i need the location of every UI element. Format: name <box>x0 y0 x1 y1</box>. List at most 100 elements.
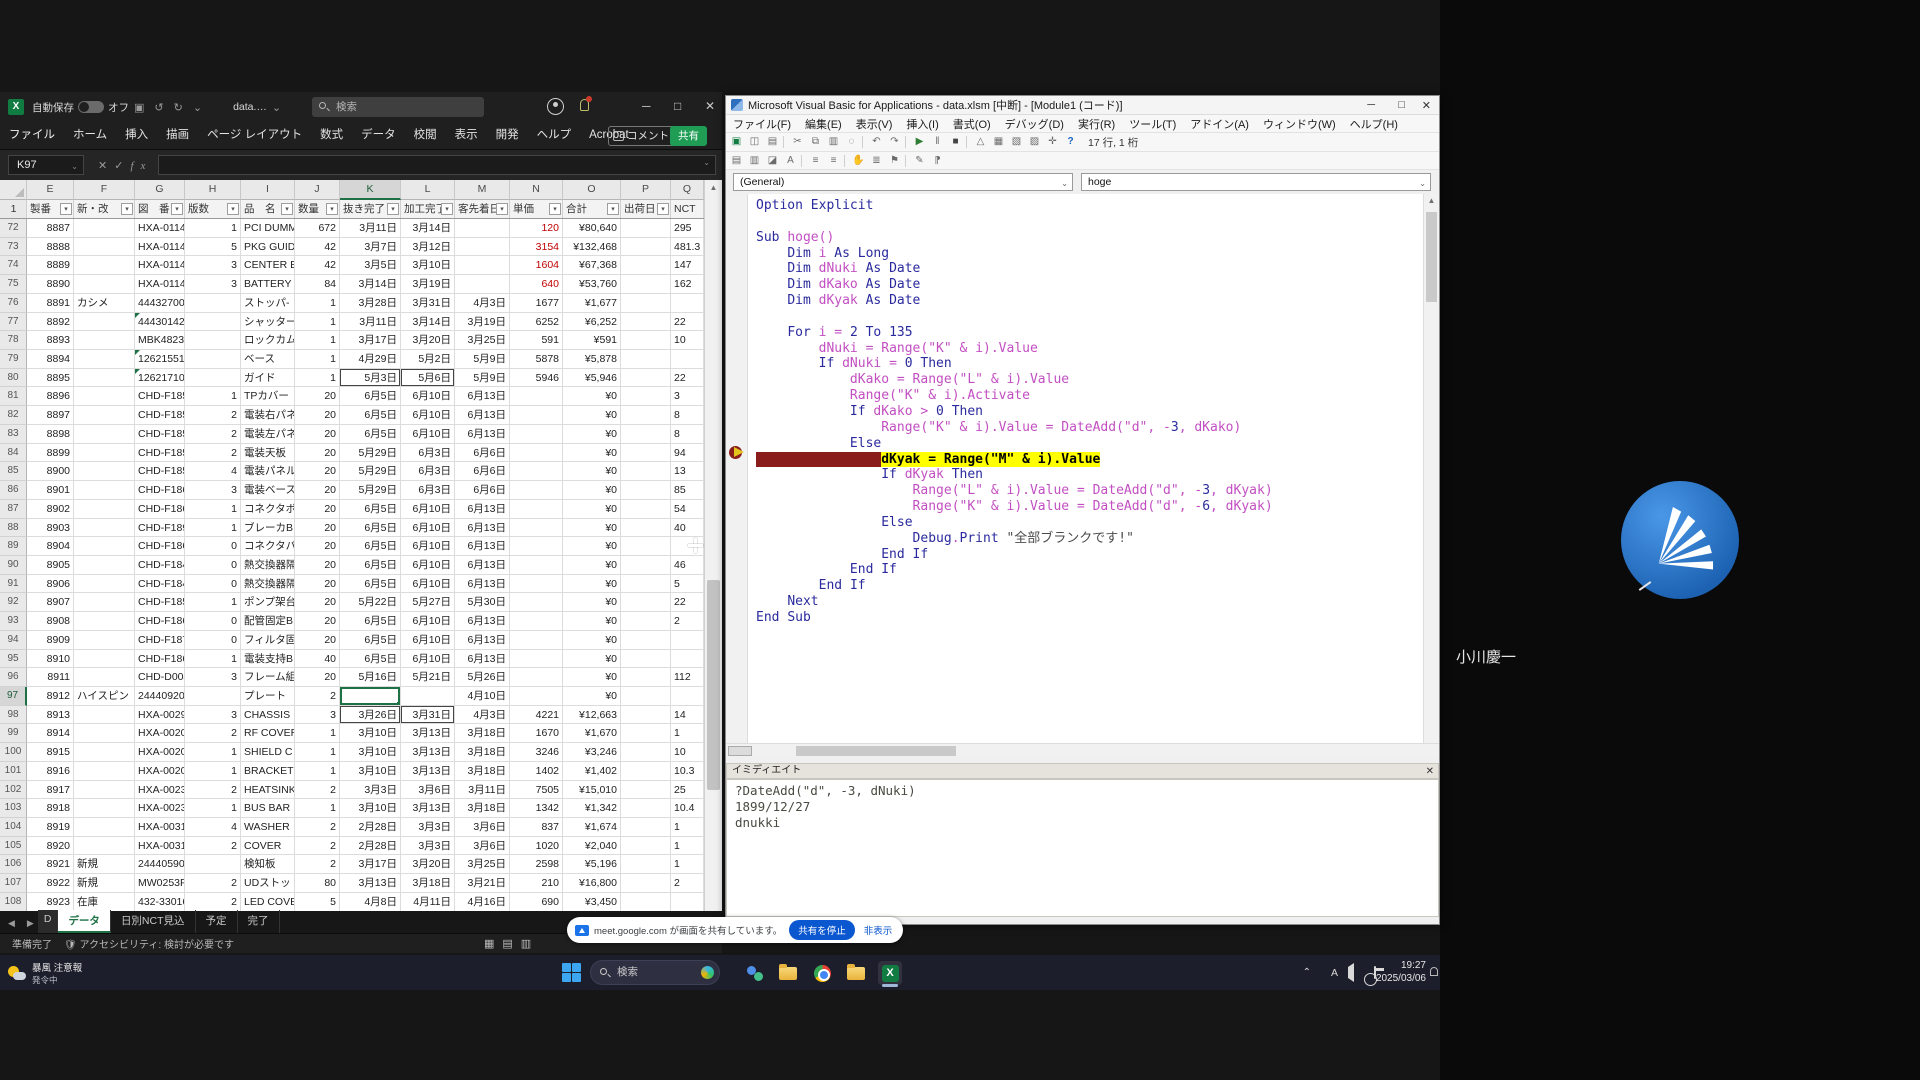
cell[interactable]: 3月6日 <box>455 837 510 856</box>
cell[interactable] <box>621 275 671 294</box>
cell[interactable]: 8914 <box>27 724 74 743</box>
cell[interactable] <box>621 500 671 519</box>
cell[interactable]: 0 <box>185 556 241 575</box>
ribbon-tab-7[interactable]: 校閲 <box>405 122 446 149</box>
cell[interactable]: 20 <box>295 519 340 538</box>
row-header-79[interactable]: 79 <box>0 350 27 369</box>
toolbox-icon[interactable]: ✛ <box>1045 135 1060 149</box>
cell[interactable]: 10 <box>671 743 704 762</box>
cell[interactable]: 1020 <box>510 837 563 856</box>
cell[interactable]: 120 <box>510 219 563 238</box>
cell[interactable]: 8898 <box>27 425 74 444</box>
cell[interactable]: 5月29日 <box>340 444 401 463</box>
cell[interactable]: 40 <box>671 519 704 538</box>
cell[interactable]: 2 <box>295 781 340 800</box>
workbook-filename[interactable]: data.… <box>233 101 267 113</box>
row-header-90[interactable]: 90 <box>0 556 27 575</box>
cell[interactable]: 40 <box>295 650 340 669</box>
break-icon[interactable]: ‖ <box>930 135 945 149</box>
cell[interactable]: ベース <box>241 350 295 369</box>
cell[interactable] <box>510 537 563 556</box>
ribbon-tab-6[interactable]: データ <box>352 122 405 149</box>
cell[interactable]: 6月5日 <box>340 556 401 575</box>
cell[interactable] <box>621 762 671 781</box>
cell[interactable]: 22 <box>671 369 704 388</box>
taskbar-search[interactable]: 検索 <box>590 960 720 985</box>
cell[interactable]: ¥6,252 <box>563 313 621 332</box>
row-header-100[interactable]: 100 <box>0 743 27 762</box>
project-explorer-icon[interactable]: ▦ <box>991 135 1006 149</box>
cut-icon[interactable]: ✂ <box>790 135 805 149</box>
cell[interactable]: 2 <box>185 724 241 743</box>
cell[interactable]: 3月18日 <box>455 762 510 781</box>
cell[interactable]: ¥0 <box>563 462 621 481</box>
cell[interactable]: 6月5日 <box>340 575 401 594</box>
cell[interactable]: 6月6日 <box>455 444 510 463</box>
cell[interactable]: HEATSINK <box>241 781 295 800</box>
cell[interactable]: CHD-F185 <box>135 425 185 444</box>
find-icon[interactable]: ◌ <box>844 135 859 149</box>
cell[interactable] <box>74 387 135 406</box>
redo-icon[interactable]: ↷ <box>887 135 902 149</box>
cell[interactable]: 8891 <box>27 294 74 313</box>
cell[interactable]: 3月6日 <box>455 818 510 837</box>
cell[interactable]: 8888 <box>27 238 74 257</box>
row-header-102[interactable]: 102 <box>0 781 27 800</box>
cell[interactable]: 8915 <box>27 743 74 762</box>
cell[interactable]: 2 <box>295 855 340 874</box>
cell[interactable] <box>185 855 241 874</box>
cell[interactable] <box>510 481 563 500</box>
cell[interactable]: CHD-F184 <box>135 575 185 594</box>
cell[interactable]: ¥1,674 <box>563 818 621 837</box>
cell[interactable]: 電装ベース <box>241 481 295 500</box>
row-header-83[interactable]: 83 <box>0 425 27 444</box>
cell[interactable] <box>74 818 135 837</box>
cell[interactable]: ロックカム <box>241 331 295 350</box>
cell[interactable]: ¥5,196 <box>563 855 621 874</box>
cell[interactable]: ¥3,246 <box>563 743 621 762</box>
cell[interactable]: 3月31日 <box>401 294 455 313</box>
cell[interactable]: 5月21日 <box>401 668 455 687</box>
cell[interactable] <box>510 444 563 463</box>
cell[interactable]: 6月10日 <box>401 650 455 669</box>
cell[interactable]: 0 <box>185 575 241 594</box>
ribbon-tab-5[interactable]: 数式 <box>311 122 352 149</box>
immediate-window-header[interactable]: イミディエイト ✕ <box>726 763 1439 779</box>
cell[interactable]: 3月20日 <box>401 855 455 874</box>
cell[interactable]: 3月18日 <box>455 743 510 762</box>
cell[interactable]: 3月13日 <box>401 724 455 743</box>
cell[interactable]: 1 <box>185 650 241 669</box>
cell[interactable]: 4 <box>185 818 241 837</box>
row-header-103[interactable]: 103 <box>0 799 27 818</box>
cell[interactable]: 1 <box>671 855 704 874</box>
cell[interactable]: 6月13日 <box>455 650 510 669</box>
row-header-96[interactable]: 96 <box>0 668 27 687</box>
cell[interactable]: ポンプ架台 <box>241 593 295 612</box>
cell[interactable] <box>510 387 563 406</box>
tray-expand-icon[interactable]: ⌃ <box>1303 967 1311 978</box>
cell[interactable] <box>621 818 671 837</box>
cell[interactable]: 8901 <box>27 481 74 500</box>
cell[interactable]: HXA-0023 <box>135 781 185 800</box>
cell[interactable] <box>621 294 671 313</box>
cell[interactable]: ¥1,670 <box>563 724 621 743</box>
cell[interactable]: 1604 <box>510 256 563 275</box>
cell[interactable]: 電装右パネ <box>241 406 295 425</box>
cell[interactable]: コネクタパネル <box>241 537 295 556</box>
cell[interactable]: 20 <box>295 481 340 500</box>
cell[interactable]: 481.3 <box>671 238 704 257</box>
cell[interactable]: ¥12,663 <box>563 706 621 725</box>
row-header-85[interactable]: 85 <box>0 462 27 481</box>
cell[interactable]: CHD-F186 <box>135 481 185 500</box>
cell[interactable]: 8893 <box>27 331 74 350</box>
column-header-F[interactable]: F <box>74 180 135 200</box>
filter-dropdown-icon[interactable]: ▾ <box>496 203 508 215</box>
cell[interactable]: 6月5日 <box>340 387 401 406</box>
cell[interactable]: ¥0 <box>563 537 621 556</box>
cell[interactable]: 8919 <box>27 818 74 837</box>
cell[interactable]: 1 <box>295 724 340 743</box>
cell[interactable]: CHD-F185 <box>135 406 185 425</box>
cell[interactable]: 94 <box>671 444 704 463</box>
column-header-E[interactable]: E <box>27 180 74 200</box>
code-horizontal-scrollbar[interactable] <box>726 743 1439 757</box>
